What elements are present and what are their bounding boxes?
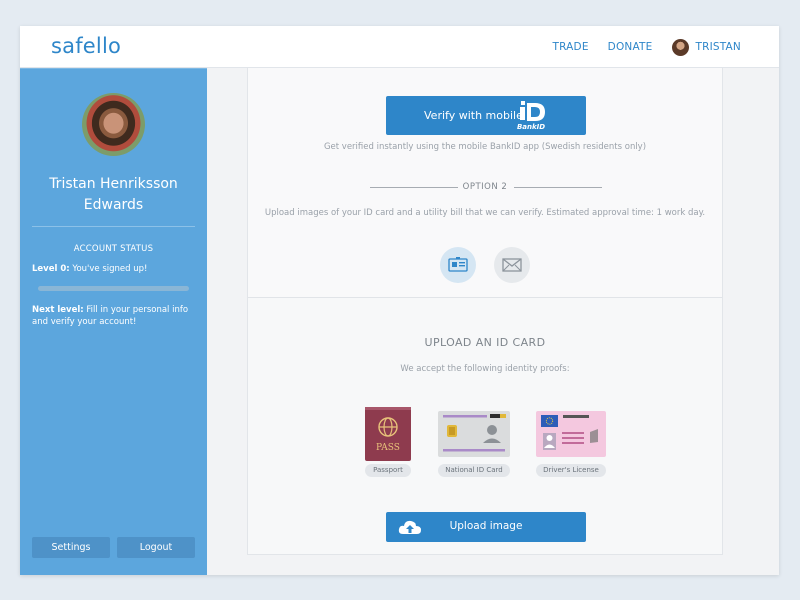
account-level-prefix: Level 0: [32,264,70,274]
upload-image-label: Upload image [449,520,523,532]
profile-name-first: Tristan Henriksson [49,176,178,192]
passport-icon: PASS [365,407,411,461]
option-divider-right [514,187,602,188]
profile-sidebar: Tristan Henriksson Edwards ACCOUNT STATU… [20,68,207,575]
drivers-license-label: Driver's License [536,464,606,477]
verify-bankid-label: Verify with mobile [424,109,523,122]
nav-donate-link[interactable]: DONATE [608,41,653,53]
verification-options: Verify with mobile BankID Get verified i… [248,68,722,298]
passport-option[interactable]: PASS [365,407,411,465]
account-level: Level 0: You've signed up! [32,264,147,274]
nav-trade-link[interactable]: TRADE [552,41,588,53]
profile-avatar [82,93,145,156]
nav-user-name: TRISTAN [695,41,741,53]
bankid-logo-icon: BankID [517,101,545,131]
option-2-description: Upload images of your ID card and a util… [264,208,706,218]
passport-icon-text: PASS [376,443,400,453]
profile-name-last: Edwards [83,197,144,213]
user-avatar-small [672,38,690,56]
account-status-title: ACCOUNT STATUS [73,244,154,254]
national-id-label: National ID Card [438,464,510,477]
utility-bill-tab[interactable] [494,247,530,283]
bankid-caption: Get verified instantly using the mobile … [323,142,647,152]
upload-id-subtitle: We accept the following identity proofs: [400,364,570,374]
drivers-license-option[interactable] [536,411,606,461]
verify-bankid-button[interactable]: Verify with mobile BankID [386,96,586,135]
verification-card: Verify with mobile BankID Get verified i… [247,68,723,555]
bankid-logo-text: BankID [517,123,545,131]
logout-button[interactable]: Logout [117,537,195,558]
id-card-tab[interactable] [440,247,476,283]
national-id-card-icon [438,411,510,457]
id-card-icon [448,257,468,272]
sidebar-edge [20,68,207,69]
nav-user-menu[interactable]: TRISTAN [672,38,741,56]
upload-image-button[interactable]: Upload image [386,512,586,542]
top-navbar: safello TRADE DONATE TRISTAN [20,26,779,68]
safello-logo[interactable]: safello [51,34,121,58]
drivers-license-icon [536,411,606,457]
settings-button[interactable]: Settings [32,537,110,558]
profile-name: Tristan Henriksson Edwards [20,174,207,216]
account-progress-bar [38,286,189,291]
envelope-icon [502,258,522,272]
next-level-info: Next level: Fill in your personal info a… [32,304,197,328]
app-window: safello TRADE DONATE TRISTAN Tristan Hen… [20,26,779,575]
national-id-option[interactable] [438,411,510,461]
main-nav: TRADE DONATE TRISTAN [533,26,741,68]
upload-id-title: UPLOAD AN ID CARD [424,336,546,349]
passport-label: Passport [365,464,411,477]
account-level-text: You've signed up! [72,264,148,274]
next-level-prefix: Next level: [32,305,84,315]
option-2-label: OPTION 2 [462,182,508,192]
sidebar-divider [32,226,195,227]
